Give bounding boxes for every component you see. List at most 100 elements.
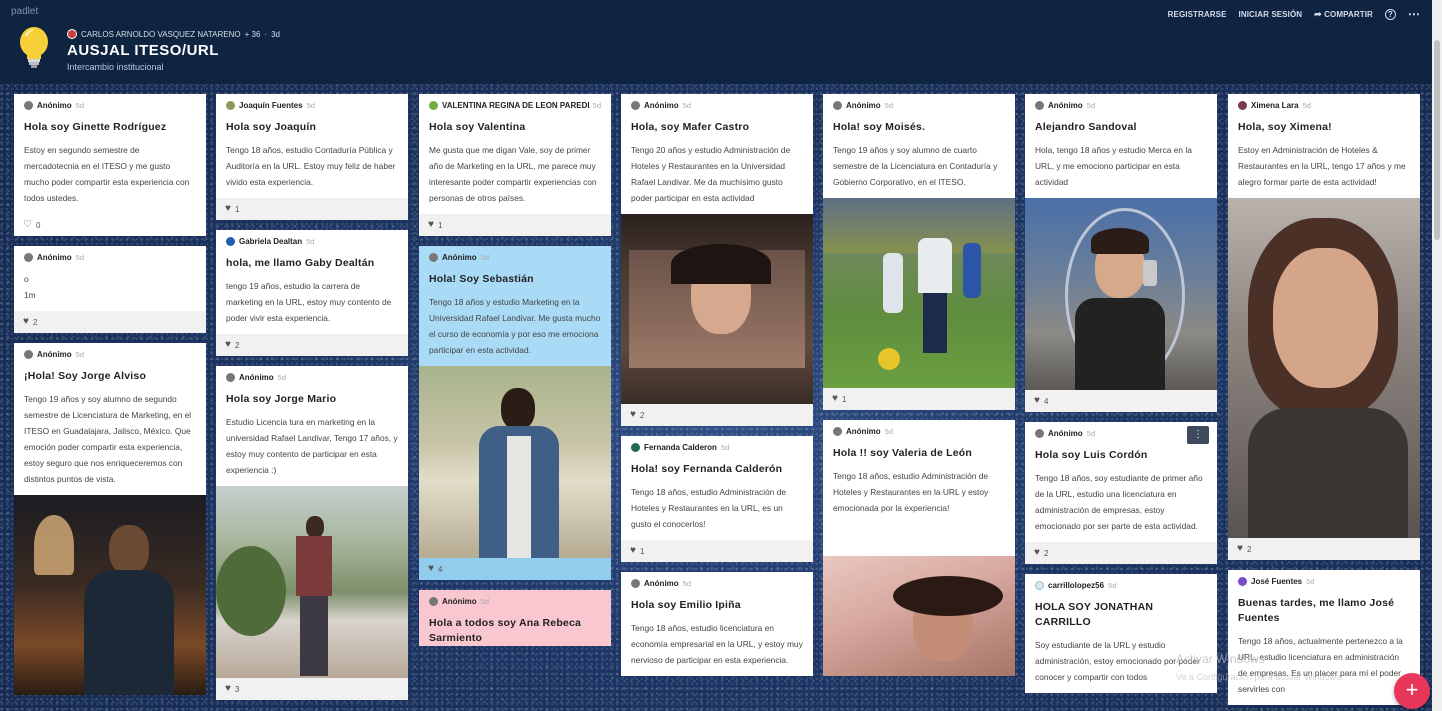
post-photo[interactable] bbox=[621, 214, 813, 404]
post-photo[interactable] bbox=[419, 366, 611, 558]
help-icon[interactable]: ? bbox=[1384, 8, 1396, 20]
post-card[interactable]: Joaquín Fuentes 5d Hola soy Joaquín Teng… bbox=[216, 94, 408, 220]
share-arrow-icon: ➦ bbox=[1314, 8, 1322, 19]
post-photo[interactable] bbox=[823, 198, 1015, 388]
heart-icon[interactable]: ♥ bbox=[630, 410, 636, 420]
vertical-scrollbar[interactable] bbox=[1432, 0, 1442, 711]
heart-icon[interactable]: ♥ bbox=[832, 394, 838, 404]
anonymous-avatar-icon bbox=[631, 579, 640, 588]
post-time: 5d bbox=[884, 427, 894, 436]
user-avatar bbox=[226, 237, 235, 246]
heart-icon[interactable]: ♥ bbox=[225, 204, 231, 214]
column-2: Joaquín Fuentes 5d Hola soy Joaquín Teng… bbox=[216, 94, 408, 710]
heart-outline-icon[interactable]: ♡ bbox=[23, 220, 32, 230]
scrollbar-thumb[interactable] bbox=[1434, 40, 1440, 240]
post-body: Tengo 19 años y soy alumno de segundo se… bbox=[24, 394, 192, 484]
post-header: Anónimo 5d bbox=[14, 246, 206, 262]
post-card[interactable]: Ximena Lara 5d Hola, soy Ximena! Estoy e… bbox=[1228, 94, 1420, 560]
post-photo[interactable] bbox=[1025, 198, 1217, 390]
post-card[interactable]: Anónimo 5d Hola a todos soy Ana Rebeca S… bbox=[419, 590, 611, 646]
anonymous-avatar-icon bbox=[429, 253, 438, 262]
post-card[interactable]: Anónimo 5d ¡Hola! Soy Jorge Alviso Tengo… bbox=[14, 343, 206, 695]
anonymous-avatar-icon bbox=[1035, 101, 1044, 110]
post-time: 5d bbox=[682, 579, 692, 588]
post-card[interactable]: Anónimo 5d Hola! Soy Sebastián Tengo 18 … bbox=[419, 246, 611, 580]
post-card[interactable]: José Fuentes 5d Buenas tardes, me llamo … bbox=[1228, 570, 1420, 705]
register-link[interactable]: REGISTRARSE bbox=[1168, 10, 1227, 19]
post-time: 5d bbox=[480, 253, 490, 262]
post-card[interactable]: ⋮ Anónimo 5d Hola soy Luis Cordón Tengo … bbox=[1025, 422, 1217, 564]
post-footer: ♥ 4 bbox=[419, 558, 611, 580]
post-card[interactable]: Anónimo 5d Hola soy Ginette Rodríguez Es… bbox=[14, 94, 206, 236]
post-card[interactable]: Anónimo 5d Hola! soy Moisés. Tengo 19 añ… bbox=[823, 94, 1015, 410]
post-author: José Fuentes bbox=[1251, 577, 1303, 586]
post-card[interactable]: Anónimo 5d o 1m ♥ 2 bbox=[14, 246, 206, 333]
post-header: Anónimo 5d bbox=[621, 94, 813, 110]
post-author: Anónimo bbox=[846, 101, 881, 110]
like-count: 3 bbox=[234, 684, 240, 694]
post-card[interactable]: Gabriela Dealtan 5d hola, me llamo Gaby … bbox=[216, 230, 408, 356]
heart-icon[interactable]: ♥ bbox=[1034, 548, 1040, 558]
share-button[interactable]: ➦ COMPARTIR bbox=[1314, 9, 1373, 20]
post-body: Estudio Licencia tura en marketing en la… bbox=[226, 417, 398, 475]
post-header: Anónimo 5d bbox=[621, 572, 813, 588]
heart-icon[interactable]: ♥ bbox=[23, 317, 29, 327]
post-card[interactable]: Anónimo 5d Alejandro Sandoval Hola, teng… bbox=[1025, 94, 1217, 412]
user-avatar bbox=[429, 101, 438, 110]
person-hair-shape bbox=[1091, 228, 1149, 254]
more-options-icon[interactable]: ⋮ bbox=[1187, 426, 1209, 444]
post-title: Buenas tardes, me llamo José Fuentes bbox=[1238, 597, 1395, 624]
post-header: Anónimo 5d bbox=[1025, 94, 1217, 110]
top-actions: REGISTRARSE INICIAR SESIÓN ➦ COMPARTIR ?… bbox=[1168, 7, 1420, 21]
player-jersey-shape bbox=[918, 238, 952, 293]
post-header: Joaquín Fuentes 5d bbox=[216, 94, 408, 110]
post-card[interactable]: Fernanda Calderon 5d Hola! soy Fernanda … bbox=[621, 436, 813, 562]
post-header: carrillolopez56 5d bbox=[1025, 574, 1217, 590]
post-time: 5d bbox=[720, 443, 730, 452]
post-time: 5d bbox=[1086, 101, 1096, 110]
post-footer: ♥ 1 bbox=[621, 540, 813, 562]
heart-icon[interactable]: ♥ bbox=[428, 564, 434, 574]
post-time: 5d bbox=[682, 101, 692, 110]
post-author: Ximena Lara bbox=[1251, 101, 1299, 110]
post-card[interactable]: Anónimo 5d Hola !! soy Valeria de León T… bbox=[823, 420, 1015, 676]
heart-icon[interactable]: ♥ bbox=[1034, 396, 1040, 406]
post-header: José Fuentes 5d bbox=[1228, 570, 1420, 586]
heart-icon[interactable]: ♥ bbox=[428, 220, 434, 230]
post-card[interactable]: Anónimo 5d Hola soy Jorge Mario Estudio … bbox=[216, 366, 408, 700]
owner-name[interactable]: CARLOS ARNOLDO VASQUEZ NATARENO bbox=[81, 30, 241, 39]
post-photo[interactable] bbox=[14, 495, 206, 695]
padlet-logo[interactable]: padlet bbox=[11, 6, 38, 17]
post-time: 5d bbox=[592, 101, 601, 110]
post-card[interactable]: Anónimo 5d Hola soy Emilio Ipiña Tengo 1… bbox=[621, 572, 813, 676]
board-subtitle: Intercambio institucional bbox=[67, 62, 164, 72]
post-title: Hola a todos soy Ana Rebeca Sarmiento bbox=[429, 617, 582, 644]
post-title: Alejandro Sandoval bbox=[1035, 121, 1137, 133]
post-title: Hola soy Joaquín bbox=[226, 121, 317, 133]
post-body: tengo 19 años, estudio la carrera de mar… bbox=[226, 281, 392, 323]
post-card[interactable]: VALENTINA REGINA DE LEON PAREDES 5d Hola… bbox=[419, 94, 611, 236]
post-photo[interactable] bbox=[1228, 198, 1420, 538]
post-author: Anónimo bbox=[239, 373, 274, 382]
post-photo[interactable] bbox=[216, 486, 408, 678]
post-photo[interactable] bbox=[823, 556, 1015, 676]
heart-icon[interactable]: ♥ bbox=[225, 340, 231, 350]
post-body: Tengo 18 años, estudio Contaduría Públic… bbox=[226, 145, 396, 187]
post-body: Me gusta que me digan Vale, soy de prime… bbox=[429, 145, 597, 203]
post-time: 5d bbox=[1302, 101, 1311, 110]
heart-icon[interactable]: ♥ bbox=[630, 546, 636, 556]
post-time: 5d bbox=[1108, 581, 1117, 590]
player-shorts-shape bbox=[923, 293, 947, 353]
add-post-button[interactable]: + bbox=[1394, 673, 1430, 709]
post-body: Tengo 20 años y estudio Administración d… bbox=[631, 145, 791, 203]
more-dots-icon[interactable]: ⋯ bbox=[1408, 7, 1420, 21]
heart-icon[interactable]: ♥ bbox=[225, 684, 231, 694]
post-footer: ♥ 2 bbox=[621, 404, 813, 426]
login-link[interactable]: INICIAR SESIÓN bbox=[1239, 10, 1303, 19]
post-card[interactable]: Anónimo 5d Hola, soy Mafer Castro Tengo … bbox=[621, 94, 813, 426]
like-count: 1 bbox=[437, 220, 443, 230]
post-time: 5d bbox=[75, 101, 85, 110]
person-head-shape bbox=[501, 388, 535, 430]
post-author: carrillolopez56 bbox=[1048, 581, 1105, 590]
heart-icon[interactable]: ♥ bbox=[1237, 544, 1243, 554]
